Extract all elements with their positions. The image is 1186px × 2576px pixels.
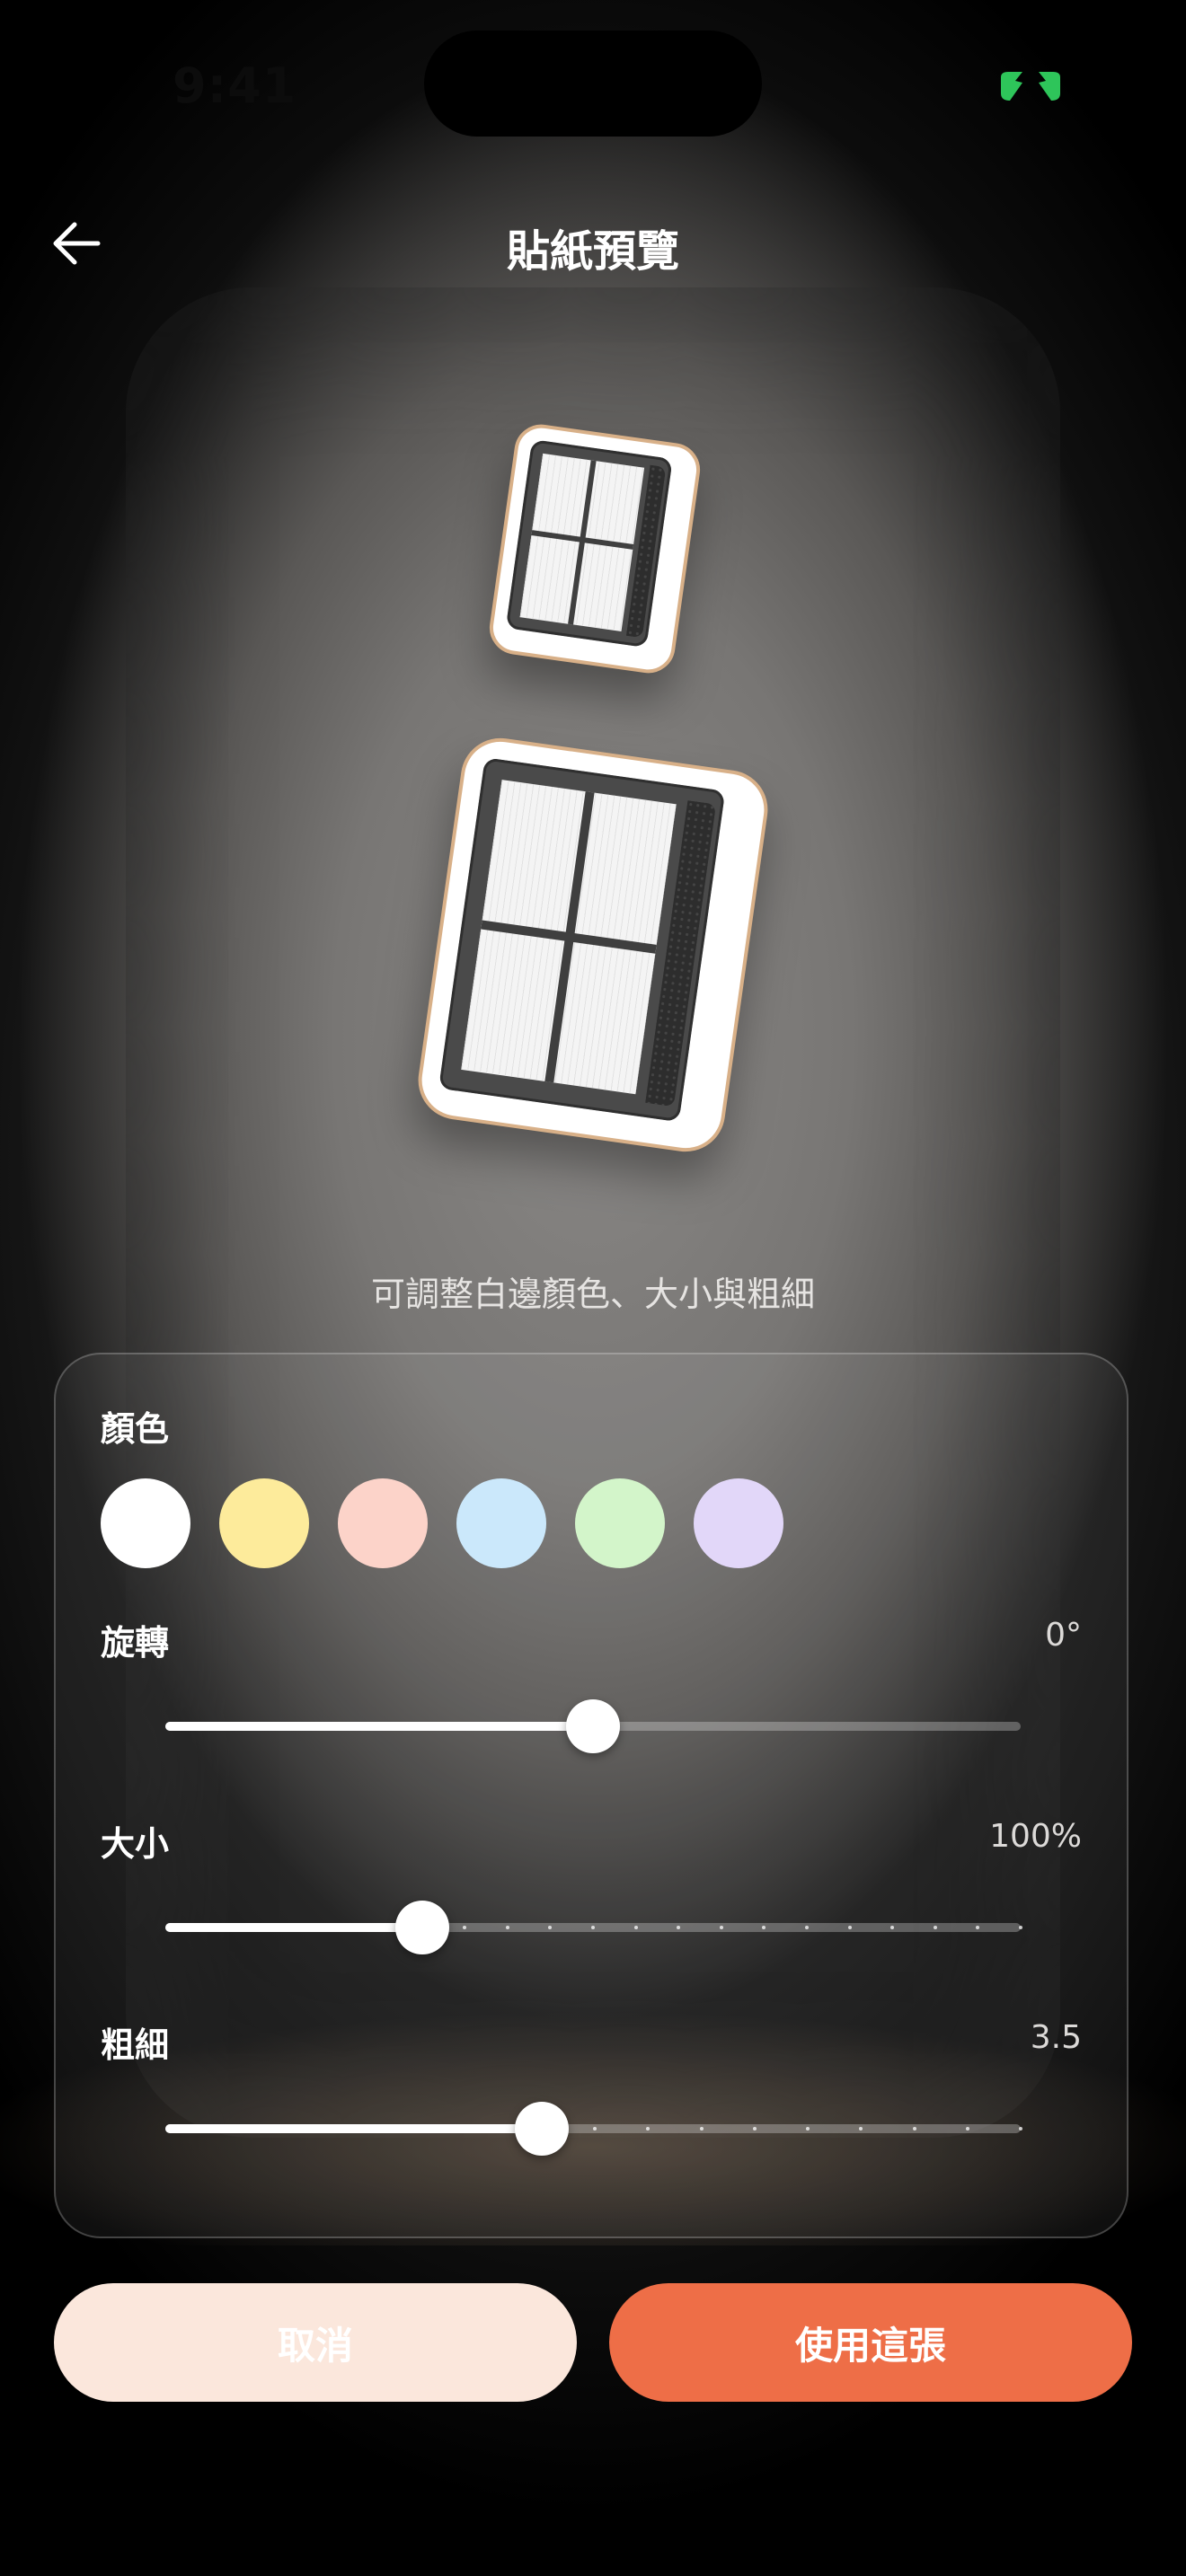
settings-panel: 顏色 旋轉 0° 大小 100% 粗細 3.5 bbox=[54, 1353, 1128, 2238]
slider-tick bbox=[719, 1926, 723, 1929]
status-time: 9:41 bbox=[173, 57, 297, 114]
status-indicator-icon bbox=[997, 70, 1064, 102]
swatch-pink[interactable] bbox=[338, 1478, 428, 1568]
swatch-green[interactable] bbox=[575, 1478, 665, 1568]
swatch-purple[interactable] bbox=[694, 1478, 783, 1568]
swatch-yellow[interactable] bbox=[219, 1478, 309, 1568]
thickness-slider[interactable] bbox=[165, 2102, 1022, 2156]
filter-image bbox=[505, 439, 673, 648]
slider-tick bbox=[1019, 1926, 1022, 1929]
thickness-value: 3.5 bbox=[1030, 2019, 1082, 2056]
slider-tick bbox=[699, 2127, 704, 2130]
filter-image bbox=[438, 757, 726, 1123]
slider-thumb[interactable] bbox=[394, 1901, 449, 1954]
color-label: 顏色 bbox=[101, 1409, 170, 1449]
sticker-preview-large bbox=[412, 733, 774, 1157]
swatch-blue[interactable] bbox=[456, 1478, 546, 1568]
rotation-label: 旋轉 bbox=[101, 1623, 170, 1663]
cancel-button-label: 取消 bbox=[277, 2323, 353, 2368]
slider-fill bbox=[165, 1722, 593, 1731]
slider-tick bbox=[933, 1926, 937, 1929]
slider-tick bbox=[1019, 2127, 1022, 2130]
sticker-preview-small bbox=[486, 420, 704, 677]
size-value: 100% bbox=[989, 1818, 1082, 1855]
slider-fill bbox=[165, 1923, 422, 1932]
slider-tick bbox=[591, 1926, 595, 1929]
slider-tick bbox=[965, 2127, 969, 2130]
size-slider[interactable] bbox=[165, 1901, 1022, 1954]
rotation-slider[interactable] bbox=[165, 1699, 1021, 1753]
slider-tick bbox=[912, 2127, 916, 2130]
cancel-button[interactable]: 取消 bbox=[54, 2283, 577, 2402]
color-swatches bbox=[101, 1478, 783, 1568]
slider-thumb[interactable] bbox=[514, 2102, 569, 2156]
slider-fill bbox=[165, 2124, 542, 2133]
use-this-button-label: 使用這張 bbox=[794, 2323, 946, 2368]
slider-tick bbox=[805, 1926, 809, 1929]
slider-tick bbox=[752, 2127, 757, 2130]
hint-text: 可調整白邊顏色、大小與粗細 bbox=[370, 1275, 815, 1314]
rotation-value: 0° bbox=[1045, 1617, 1082, 1654]
slider-tick bbox=[847, 1926, 852, 1929]
thickness-label: 粗細 bbox=[101, 2025, 170, 2065]
dynamic-island bbox=[424, 31, 762, 137]
size-label: 大小 bbox=[101, 1824, 170, 1864]
slider-tick bbox=[633, 1926, 638, 1929]
slider-thumb[interactable] bbox=[566, 1699, 620, 1753]
swatch-white[interactable] bbox=[101, 1478, 190, 1568]
page-title: 貼紙預覽 bbox=[506, 226, 679, 277]
slider-tick bbox=[505, 1926, 509, 1929]
screen: 9:41 貼紙預覽 可調整白邊顏色、大小與粗細 顏色 旋轉 0° 大小 100%… bbox=[0, 0, 1186, 2576]
use-this-button[interactable]: 使用這張 bbox=[609, 2283, 1132, 2402]
